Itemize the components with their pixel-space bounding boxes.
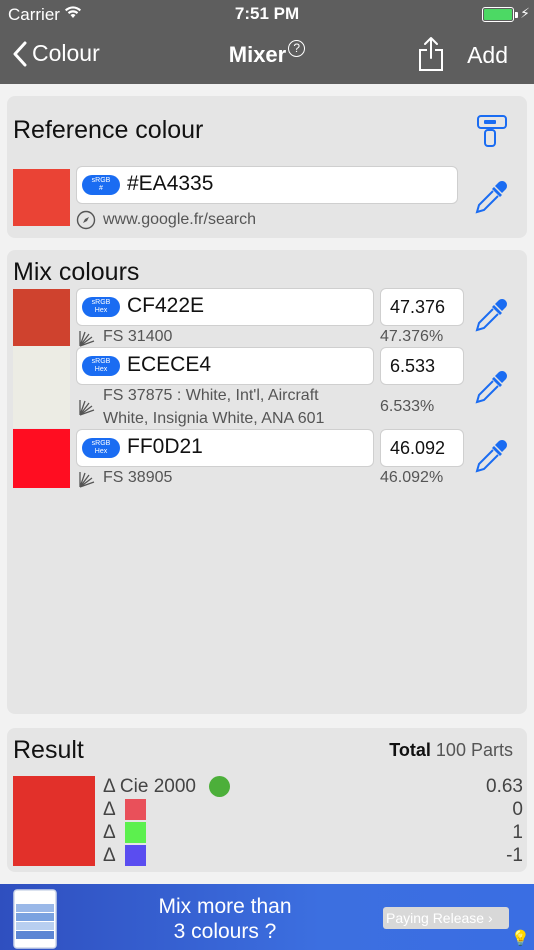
share-icon[interactable] [418,36,444,72]
paint-jar-icon [13,889,57,949]
fan-deck-icon [79,331,95,347]
delta-row-1: Δ 0 [103,799,523,821]
badge-top: sRGB [91,299,111,306]
delta-swatch-3 [125,845,146,866]
badge-top: sRGB [91,177,111,184]
result-heading: Result [13,736,84,764]
reference-swatch [13,169,70,226]
mix-hex-value-2: ECECE4 [127,353,212,376]
color-space-badge[interactable]: sRGB # [82,175,120,195]
total-value: 100 [435,740,466,760]
clock: 7:51 PM [234,4,300,23]
eyedropper-icon[interactable] [473,178,511,218]
badge-bottom: Hex [94,366,108,373]
mix-swatch-2 [13,346,70,428]
result-swatch [13,776,95,866]
lightbulb-icon: 💡 [511,930,530,947]
mix-heading: Mix colours [13,258,140,286]
mix-hex-field-2[interactable]: sRGB Hex ECECE4 [76,347,374,385]
delta-cie-value: 0.63 [486,776,523,797]
delta-row-2: Δ 1 [103,822,523,844]
title-label: Mixer [228,42,287,67]
navigation-bar: Colour Mixer? Add [0,30,534,84]
total-label: Total [389,740,431,760]
fan-deck-icon [79,472,95,488]
delta-row-3: Δ -1 [103,845,523,867]
mix-hex-field-1[interactable]: sRGB Hex CF422E [76,288,374,326]
banner-line-1: Mix more than [158,895,292,918]
mix-name-2-line2: White, Insignia White, ANA 601 [103,410,325,427]
delta-symbol: Δ [103,799,116,820]
color-space-badge[interactable]: sRGB Hex [82,297,120,317]
mixer-icon[interactable] [475,114,509,150]
mix-hex-field-3[interactable]: sRGB Hex FF0D21 [76,429,374,467]
result-total: Total 100 Parts [389,740,513,761]
delta-value-3: -1 [506,845,523,866]
badge-bottom: # [99,185,103,192]
upgrade-banner[interactable]: Mix more than 3 colours ? Paying Release… [0,884,534,950]
badge-bottom: Hex [94,307,108,314]
mix-hex-value-1: CF422E [127,294,205,317]
delta-cie-label: Δ Cie 2000 [103,776,196,797]
mix-name-3: FS 38905 [103,469,173,486]
result-panel: Result Total 100 Parts Δ Cie 2000 0.63 Δ… [7,728,527,872]
mix-name-1: FS 31400 [103,328,173,345]
charging-icon: ⚡ [520,5,530,21]
delta-symbol: Δ [103,845,116,866]
reference-panel: Reference colour sRGB # #EA4335 www.googl… [7,96,527,238]
color-space-badge[interactable]: sRGB Hex [82,438,120,458]
mix-parts-input-2[interactable]: 6.533 [380,347,464,385]
eyedropper-icon[interactable] [473,296,511,336]
mix-percent-2: 6.533% [380,398,435,415]
reference-heading: Reference colour [13,116,204,144]
status-dot-icon [209,776,230,797]
mix-panel: Mix colours sRGB Hex CF422E 47.376 FS 314… [7,250,527,714]
delta-swatch-2 [125,822,146,843]
mix-percent-3: 46.092% [380,469,444,486]
compass-icon [76,210,96,230]
banner-message: Mix more than 3 colours ? [130,894,320,944]
banner-line-2: 3 colours ? [173,920,277,943]
delta-swatch-1 [125,799,146,820]
mix-parts-input-1[interactable]: 47.376 [380,288,464,326]
badge-top: sRGB [91,440,111,447]
reference-source: www.google.fr/search [103,211,256,228]
battery-tip [515,12,518,18]
eyedropper-icon[interactable] [473,368,511,408]
help-icon[interactable]: ? [288,40,306,57]
fan-deck-icon [79,400,95,416]
delta-value-2: 1 [512,822,523,843]
mix-parts-input-3[interactable]: 46.092 [380,429,464,467]
total-unit: Parts [470,740,513,760]
mix-swatch-1 [13,289,70,346]
badge-top: sRGB [91,358,111,365]
mix-name-2-line1: FS 37875 : White, Int'l, Aircraft [103,387,319,404]
eyedropper-icon[interactable] [473,437,511,477]
badge-bottom: Hex [94,448,108,455]
delta-value-1: 0 [512,799,523,820]
reference-hex-value: #EA4335 [127,172,214,195]
battery-icon [482,7,514,22]
add-button[interactable]: Add [467,42,508,69]
color-space-badge[interactable]: sRGB Hex [82,356,120,376]
mix-hex-value-3: FF0D21 [127,435,203,458]
page-title: Mixer? [0,40,534,68]
mix-swatch-3 [13,429,70,488]
mix-percent-1: 47.376% [380,328,444,345]
delta-cie-row: Δ Cie 2000 0.63 [103,776,523,798]
delta-symbol: Δ [103,822,116,843]
reference-hex-field[interactable]: sRGB # #EA4335 [76,166,458,204]
paying-release-button[interactable]: Paying Release › [383,907,509,929]
status-bar: Carrier 7:51 PM ⚡ [0,0,534,30]
